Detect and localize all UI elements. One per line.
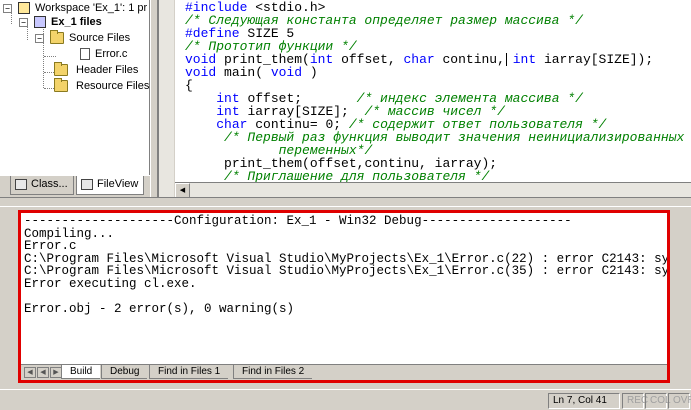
code-line: void main( void ) bbox=[185, 65, 318, 80]
fileview-icon bbox=[81, 179, 93, 190]
tab-find-in-files-2[interactable]: Find in Files 2 bbox=[233, 365, 313, 379]
workspace-tabs: Class... FileView bbox=[0, 175, 150, 197]
tree-item-label: Ex_1 files bbox=[51, 16, 102, 28]
output-line: Error.obj - 2 error(s), 0 warning(s) bbox=[24, 301, 295, 316]
workspace-tree[interactable]: − Workspace 'Ex_1': 1 pr − Ex_1 files − … bbox=[0, 0, 150, 175]
tab-classview[interactable]: Class... bbox=[10, 176, 74, 195]
tab-find-in-files-1[interactable]: Find in Files 1 bbox=[149, 365, 229, 379]
code-token: ) bbox=[309, 65, 318, 80]
scroll-left-icon[interactable]: ◀ bbox=[175, 183, 190, 198]
keyword-token: void bbox=[270, 65, 310, 80]
collapse-icon[interactable]: − bbox=[35, 34, 44, 43]
tab-label: Class... bbox=[31, 178, 68, 190]
tab-build[interactable]: Build bbox=[61, 365, 101, 379]
output-tabs: ◀ ◀ ▶ Build Debug Find in Files 1 Find i… bbox=[21, 364, 667, 380]
output-splitter[interactable] bbox=[0, 197, 691, 207]
comment-token: /* Приглашение для пользователя */ bbox=[224, 169, 490, 182]
col-indicator: COL bbox=[645, 393, 671, 409]
keyword-token: int bbox=[512, 52, 544, 67]
code-line: /* Приглашение для пользователя */ bbox=[185, 169, 489, 182]
tab-label: FileView bbox=[97, 178, 139, 190]
tree-item-label: Error.c bbox=[95, 48, 128, 60]
cursor-position: Ln 7, Col 41 bbox=[548, 393, 620, 409]
tab-prev-icon[interactable]: ◀ bbox=[37, 367, 49, 378]
folder-icon bbox=[54, 62, 68, 76]
classview-icon bbox=[15, 179, 27, 190]
code-token: main( bbox=[224, 65, 271, 80]
tab-first-icon[interactable]: ◀ bbox=[24, 367, 36, 378]
keyword-token: char bbox=[403, 52, 443, 67]
tree-connector bbox=[44, 56, 56, 57]
collapse-icon[interactable]: − bbox=[19, 18, 28, 27]
tab-fileview[interactable]: FileView bbox=[76, 176, 144, 195]
folder-icon bbox=[50, 30, 64, 44]
code-token: offset, bbox=[341, 52, 404, 67]
workspace-icon bbox=[18, 2, 30, 14]
text-cursor bbox=[506, 53, 507, 66]
vertical-scrollbar[interactable] bbox=[158, 0, 174, 197]
folder-icon bbox=[54, 78, 68, 92]
project-icon bbox=[34, 16, 46, 28]
status-bar: Ln 7, Col 41 REC COL OVR bbox=[0, 389, 691, 410]
horizontal-scrollbar[interactable]: ◀ bbox=[175, 182, 691, 198]
tree-item-label: Resource Files bbox=[76, 80, 150, 92]
rec-indicator: REC bbox=[622, 393, 648, 409]
collapse-icon[interactable]: − bbox=[3, 4, 12, 13]
code-token: continu, bbox=[442, 52, 513, 67]
pane-splitter[interactable] bbox=[150, 0, 158, 200]
file-icon bbox=[80, 48, 90, 60]
tree-item-label: Source Files bbox=[69, 32, 131, 44]
tab-debug[interactable]: Debug bbox=[101, 365, 148, 379]
output-window[interactable]: --------------------Configuration: Ex_1 … bbox=[18, 210, 670, 383]
code-token: iarray[SIZE]); bbox=[543, 52, 654, 67]
ovr-indicator: OVR bbox=[668, 393, 691, 409]
output-line: Error executing cl.exe. bbox=[24, 276, 197, 291]
tree-item-label: Header Files bbox=[76, 64, 139, 76]
tree-connector bbox=[27, 26, 28, 40]
code-editor[interactable]: #include <stdio.h>/* Следующая константа… bbox=[175, 0, 691, 182]
